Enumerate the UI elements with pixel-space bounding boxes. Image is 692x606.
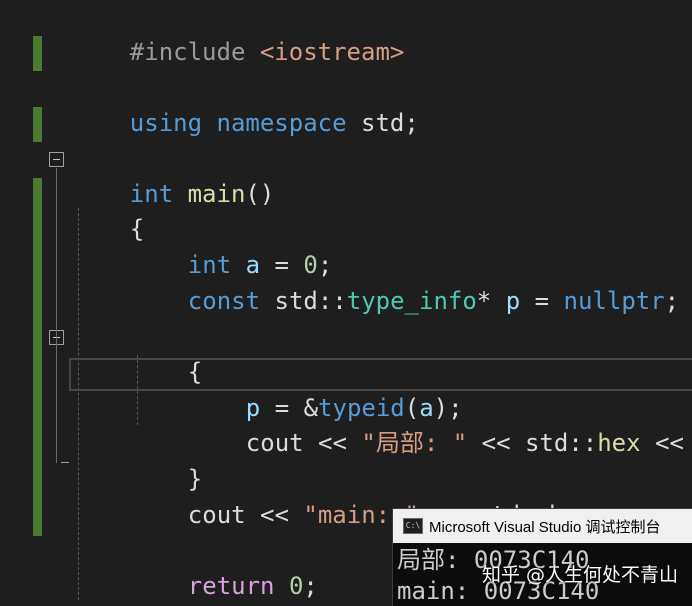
keyword: using — [129, 109, 217, 137]
change-bar — [33, 36, 42, 71]
namespace-qualifier: std:: — [274, 287, 347, 315]
include-header: <iostream> — [259, 38, 405, 66]
fold-line — [56, 168, 57, 463]
code-line-1[interactable]: #include <iostream> — [72, 1, 405, 66]
code-line-3[interactable]: using namespace std; — [72, 72, 419, 137]
variable: p — [505, 287, 521, 315]
string-literal: "局部: " — [361, 429, 468, 457]
change-bar — [33, 107, 42, 142]
cout-expression: cout << — [187, 501, 304, 529]
number: 0 — [288, 572, 304, 600]
code-line-17[interactable]: } — [72, 571, 144, 605]
operator: = — [520, 287, 564, 315]
fold-end-tick — [61, 462, 69, 463]
code-line-6[interactable]: { — [72, 178, 144, 243]
function-name: main — [187, 180, 246, 208]
console-title-bar[interactable]: C:\ Microsoft Visual Studio 调试控制台 — [393, 509, 692, 543]
namespace-qualifier: std:: — [524, 429, 598, 457]
code-line-13[interactable]: } — [130, 428, 202, 493]
change-bar — [33, 178, 42, 536]
code-line-8[interactable]: const std::type_info* p = nullptr; — [130, 250, 679, 315]
keyword-return: return — [187, 572, 289, 600]
code-line-5[interactable]: int main() — [72, 143, 275, 208]
watermark: 知乎 @人生何处不青山 — [481, 564, 678, 586]
console-title: Microsoft Visual Studio 调试控制台 — [429, 518, 661, 536]
code-line-12[interactable]: cout << "局部: " << std::hex << p < — [188, 392, 692, 457]
keyword: nullptr — [563, 287, 665, 315]
function-name: hex — [597, 429, 641, 457]
punctuation: () — [245, 180, 275, 208]
namespace-name: std; — [361, 109, 419, 137]
operator: * — [476, 287, 506, 315]
keyword: namespace — [216, 109, 361, 137]
code-line-11[interactable]: p = &typeid(a); — [188, 357, 463, 422]
code-line-7[interactable]: int a = 0; — [130, 214, 333, 279]
code-line-10[interactable]: { — [130, 321, 202, 386]
cout-expression: cout << — [245, 429, 362, 457]
operator: << — [655, 429, 684, 457]
keyword: const — [187, 287, 275, 315]
preprocessor-directive: #include — [129, 38, 260, 66]
type-name: type_info — [346, 287, 477, 315]
punctuation: ; — [664, 287, 680, 315]
operator: << — [467, 429, 525, 457]
code-line-14[interactable]: cout << "main: " << std::hex << p << en — [130, 464, 692, 529]
punctuation: ; — [303, 572, 318, 600]
collapse-main-icon[interactable] — [49, 152, 64, 167]
console-app-icon: C:\ — [403, 518, 423, 534]
debug-console-window[interactable]: C:\ Microsoft Visual Studio 调试控制台 局部: 00… — [392, 508, 692, 606]
code-line-16[interactable]: return 0; — [130, 535, 318, 600]
